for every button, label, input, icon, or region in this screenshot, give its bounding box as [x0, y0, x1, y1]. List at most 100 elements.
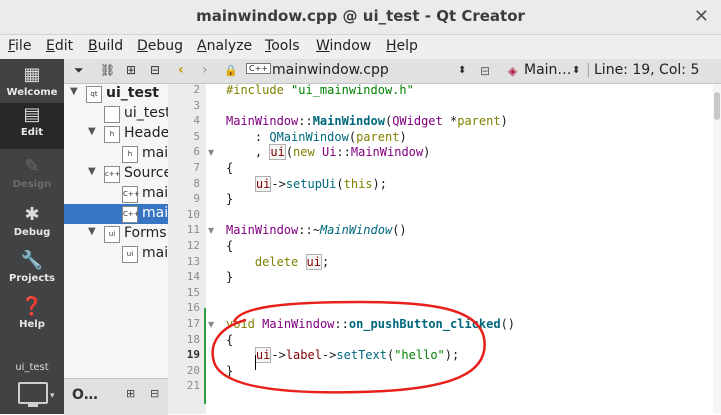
tree-item-label: mainwindow.cpp — [142, 205, 168, 221]
code-line[interactable]: delete ui; — [226, 253, 329, 270]
menu-help[interactable]: Help — [386, 38, 418, 54]
line-number: 8 — [193, 176, 200, 190]
fold-marker-icon[interactable]: ▼ — [208, 226, 214, 235]
expand-arrow-icon[interactable]: ▼ — [88, 166, 96, 177]
expand-arrow-icon[interactable]: ▼ — [88, 126, 96, 137]
tree-item[interactable]: C++main.cpp — [64, 184, 168, 204]
expand-arrow-icon[interactable]: ▼ — [70, 86, 78, 97]
menu-bar: File Edit Build Debug Analyze Tools Window Help — [0, 35, 721, 59]
symbol-selector[interactable]: Main… — [524, 62, 571, 78]
change-marker — [204, 308, 206, 404]
chevron-updown-icon[interactable]: ⬍ — [572, 65, 580, 76]
back-icon[interactable]: ‹ — [178, 62, 184, 78]
fold-marker-icon[interactable]: ▼ — [208, 148, 214, 157]
cursor-position[interactable]: Line: 19, Col: 5 — [594, 62, 699, 78]
outline-label[interactable]: O… — [72, 387, 98, 403]
tree-item-label: ui_test — [106, 85, 159, 101]
menu-build[interactable]: Build — [88, 38, 123, 54]
pro-file-icon — [104, 106, 120, 123]
fold-marker-icon[interactable]: ▼ — [208, 320, 214, 329]
close-pane-icon[interactable]: ⊟ — [150, 387, 159, 400]
close-pane-icon[interactable]: ⊟ — [150, 63, 160, 77]
mode-projects[interactable]: 🔧 Projects — [0, 249, 64, 295]
close-document-icon[interactable]: ⊟ — [480, 64, 490, 78]
vertical-scrollbar[interactable] — [713, 84, 721, 414]
tree-item[interactable]: ▼ qt ui_test — [64, 84, 168, 104]
code-line[interactable]: } — [226, 270, 233, 284]
split-icon[interactable]: ⊞ — [126, 387, 135, 400]
link-icon[interactable]: ⛓ — [100, 63, 115, 77]
code-line[interactable]: MainWindow::MainWindow(QWidget *parent) — [226, 114, 508, 128]
chevron-updown-icon[interactable]: ⬍ — [458, 65, 466, 76]
separator: | — [586, 62, 591, 78]
code-line[interactable]: ui->label->setText("hello"); — [226, 347, 459, 364]
tree-item[interactable]: ▼ ui Forms — [64, 224, 168, 244]
line-number: 15 — [186, 285, 200, 299]
line-number: 20 — [186, 363, 200, 377]
wrench-icon: 🔧 — [20, 250, 44, 271]
menu-analyze[interactable]: Analyze — [197, 38, 252, 54]
kit-selector-label[interactable]: ui_test — [0, 362, 64, 373]
line-number: 3 — [193, 98, 200, 112]
code-line[interactable]: : QMainWindow(parent) — [226, 130, 407, 144]
project-tree-toolbar: ⏷ ⛓ ⊞ ⊟ — [64, 59, 168, 84]
open-document-selector[interactable]: mainwindow.cpp — [272, 62, 389, 78]
tree-item-label: Forms — [124, 225, 167, 241]
line-number: 10 — [186, 207, 200, 221]
code-line[interactable]: { — [226, 239, 233, 253]
tree-item-label: mainwindow.h — [142, 145, 168, 161]
tree-item[interactable]: hmainwindow.h — [64, 144, 168, 164]
line-number: 2 — [193, 83, 200, 96]
code-line[interactable]: void MainWindow::on_pushButton_clicked() — [226, 317, 515, 331]
line-number: 7 — [193, 161, 200, 174]
menu-debug[interactable]: Debug — [137, 38, 183, 54]
code-line[interactable]: } — [226, 364, 233, 378]
tree-item[interactable]: ui_test — [64, 104, 168, 124]
mode-design[interactable]: ✎ Design — [0, 155, 64, 201]
code-line[interactable]: { — [226, 333, 233, 347]
project-icon: qt — [86, 86, 102, 103]
line-number: 5 — [193, 129, 200, 143]
expand-arrow-icon[interactable]: ▼ — [88, 226, 96, 237]
tree-item-label: Sources — [124, 165, 168, 181]
mode-label: Help — [19, 319, 45, 330]
tree-item[interactable]: C++mainwindow.cpp — [64, 204, 168, 224]
sources-folder-icon: c++ — [104, 166, 121, 183]
code-line[interactable]: , ui(new Ui::MainWindow) — [226, 144, 430, 161]
tree-item[interactable]: uimainwindow.ui — [64, 244, 168, 264]
help-icon: ❓ — [20, 296, 44, 317]
code-line[interactable]: ui->setupUi(this); — [226, 175, 387, 192]
caret-icon: ▾ — [50, 391, 55, 401]
mode-label: Design — [12, 179, 52, 190]
split-icon[interactable]: ⊞ — [126, 63, 136, 77]
mode-edit[interactable]: ▤ Edit — [0, 103, 64, 149]
menu-file[interactable]: File — [8, 38, 31, 54]
tree-item[interactable]: ▼ hHeaders — [64, 124, 168, 144]
line-number: 6 — [193, 145, 200, 159]
scroll-thumb[interactable] — [714, 92, 720, 120]
code-line[interactable]: { — [226, 161, 233, 175]
tree-item-label: mainwindow.ui — [142, 245, 168, 261]
mode-label: Welcome — [6, 87, 58, 98]
monitor-icon[interactable] — [18, 382, 48, 407]
text-cursor — [255, 355, 256, 370]
symbol-icon: ◈ — [508, 64, 518, 78]
code-line[interactable]: #include "ui_mainwindow.h" — [226, 83, 414, 97]
forward-icon[interactable]: › — [202, 62, 208, 78]
forms-folder-icon: ui — [104, 226, 120, 243]
code-line[interactable]: MainWindow::~MainWindow() — [226, 223, 407, 237]
mode-label: Projects — [8, 273, 55, 284]
ui-file-icon: ui — [122, 246, 138, 263]
menu-edit[interactable]: Edit — [46, 38, 73, 54]
tree-item[interactable]: ▼ c++Sources — [64, 164, 168, 184]
filter-icon[interactable]: ⏷ — [74, 63, 84, 78]
menu-tools[interactable]: Tools — [265, 38, 300, 54]
headers-folder-icon: h — [104, 126, 120, 143]
menu-window[interactable]: Window — [316, 38, 371, 54]
lock-icon: 🔒 — [224, 64, 238, 77]
code-line[interactable]: } — [226, 192, 233, 206]
line-number: 12 — [186, 239, 200, 252]
mode-help[interactable]: ❓ Help — [0, 295, 64, 341]
mode-debug[interactable]: ✱ Debug — [0, 203, 64, 249]
close-icon[interactable]: ✕ — [694, 6, 709, 27]
